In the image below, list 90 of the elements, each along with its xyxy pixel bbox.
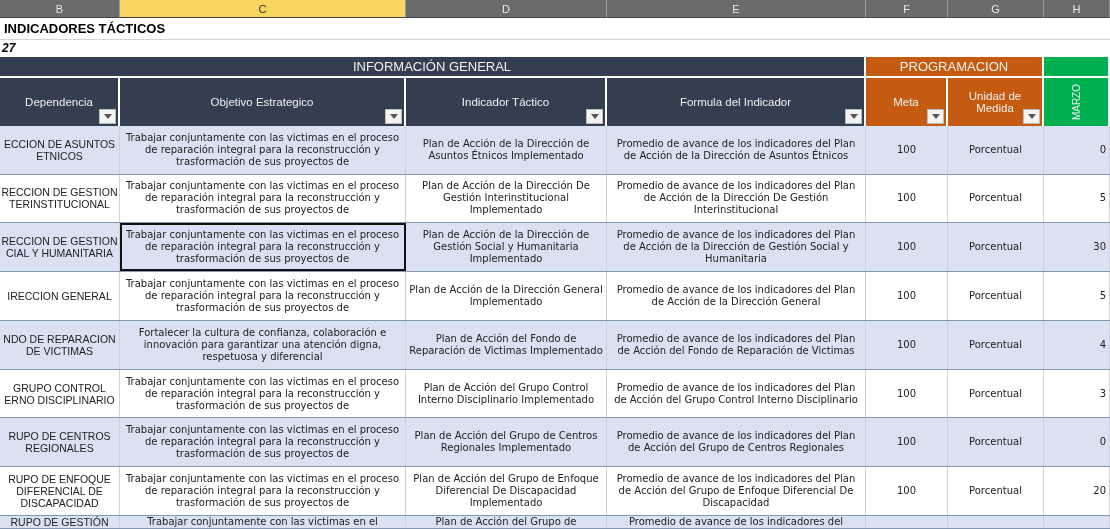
month-value-cell: 3 bbox=[1044, 369, 1110, 418]
column-letter[interactable]: G bbox=[948, 0, 1044, 18]
objective-cell: Fortalecer la cultura de confianza, colaboración e innovación para garantizar una atención digna, respetuosa y diferencial bbox=[120, 320, 406, 369]
goal-cell: 100 bbox=[866, 467, 948, 515]
indicator-cell: Plan de Acción de la Dirección de Gestión Social y Humanitaria Implementado bbox=[406, 223, 607, 272]
indicator-cell: Plan de Acción del Fondo de Reparación de Victimas Implementado bbox=[406, 320, 607, 369]
caret-icon bbox=[931, 113, 940, 119]
caret-icon bbox=[849, 113, 858, 119]
objective-cell: Trabajar conjuntamente con las victimas en el bbox=[120, 515, 406, 528]
dependency-cell: IRECCION GENERAL bbox=[0, 272, 120, 320]
dependency-cell: ECCION DE ASUNTOS ETNICOS bbox=[0, 125, 120, 174]
dependency-cell: GRUPO CONTROL ERNO DISCIPLINARIO bbox=[0, 369, 120, 418]
dependency-cell: RUPO DE CENTROS REGIONALES bbox=[0, 418, 120, 467]
goal-cell: 100 bbox=[866, 125, 948, 174]
dependency-cell: NDO DE REPARACION DE VICTIMAS bbox=[0, 320, 120, 369]
caret-icon bbox=[590, 113, 599, 119]
dependency-cell: RUPO DE ENFOQUE DIFERENCIAL DE DISCAPACIDAD bbox=[0, 467, 120, 515]
dependency-cell: RECCION DE GESTION CIAL Y HUMANITARIA bbox=[0, 223, 120, 272]
group-header: PROGRAMACION bbox=[866, 56, 1044, 78]
filter-button[interactable] bbox=[586, 108, 603, 124]
unit-cell: Porcentual bbox=[948, 369, 1044, 418]
indicator-cell: Plan de Acción de la Dirección General Implementado bbox=[406, 272, 607, 320]
formula-cell: Promedio de avance de los indicadores del Plan de Acción del Grupo de Enfoque Diferencial De Discapacidad bbox=[607, 467, 866, 515]
filter-button[interactable] bbox=[927, 108, 944, 124]
formula-cell: Promedio de avance de los indicadores del Plan de Acción de la Dirección de Asuntos Étnicos bbox=[607, 125, 866, 174]
formula-cell: Promedio de avance de los indicadores del Plan de Acción de la Dirección de Gestión Social y Humanitaria bbox=[607, 223, 866, 272]
goal-cell: 100 bbox=[866, 174, 948, 223]
column-header-label: Unidad de Medida bbox=[967, 89, 1023, 114]
month-value-cell: 30 bbox=[1044, 223, 1110, 272]
goal-cell: 100 bbox=[866, 418, 948, 467]
sheet-title: INDICADORES TÁCTICOS bbox=[3, 20, 166, 36]
month-value-cell: 20 bbox=[1044, 467, 1110, 515]
filter-button[interactable] bbox=[845, 108, 862, 124]
filter-button[interactable] bbox=[1023, 108, 1040, 124]
column-letter[interactable]: E bbox=[607, 0, 866, 18]
unit-cell: Porcentual bbox=[948, 467, 1044, 515]
objective-cell: Trabajar conjuntamente con las victimas en el proceso de reparación integral para la reconstrucción y trasformación de sus proyectos de bbox=[120, 369, 406, 418]
formula-cell: Promedio de avance de los indicadores del Plan de Acción del Grupo Control Interno Disciplinario bbox=[607, 369, 866, 418]
month-value-cell: 4 bbox=[1044, 320, 1110, 369]
unit-cell: Porcentual bbox=[948, 418, 1044, 467]
formula-cell: Promedio de avance de los indicadores del bbox=[607, 515, 866, 528]
month-value-cell: 5 bbox=[1044, 272, 1110, 320]
indicator-cell: Plan de Acción del Grupo de bbox=[406, 515, 607, 528]
column-header-label: Objetivo Estrategico bbox=[210, 95, 314, 108]
dependency-cell: RECCION DE GESTION TERINSTITUCIONAL bbox=[0, 174, 120, 223]
objective-cell: Trabajar conjuntamente con las victimas en el proceso de reparación integral para la reconstrucción y trasformación de sus proyectos de bbox=[120, 467, 406, 515]
indicator-cell: Plan de Acción del Grupo de Centros Regionales Implementado bbox=[406, 418, 607, 467]
formula-cell: Promedio de avance de los indicadores del Plan de Acción del Grupo de Centros Regionales bbox=[607, 418, 866, 467]
caret-icon bbox=[389, 113, 398, 119]
column-letter[interactable]: D bbox=[406, 0, 607, 18]
dependency-cell: RUPO DE GESTIÓN bbox=[0, 515, 120, 528]
filter-button[interactable] bbox=[99, 108, 116, 124]
month-value-cell: 0 bbox=[1044, 418, 1110, 467]
caret-icon bbox=[1027, 113, 1036, 119]
indicator-cell: Plan de Acción de la Dirección de Asuntos Étnicos Implementado bbox=[406, 125, 607, 174]
goal-cell: 100 bbox=[866, 223, 948, 272]
goal-cell: 100 bbox=[866, 320, 948, 369]
goal-cell: 100 bbox=[866, 369, 948, 418]
column-header-label: Dependencia bbox=[25, 95, 93, 108]
column-letter[interactable]: B bbox=[0, 0, 120, 18]
objective-cell: Trabajar conjuntamente con las victimas en el proceso de reparación integral para la reconstrucción y trasformación de sus proyectos de bbox=[120, 174, 406, 223]
objective-cell: Trabajar conjuntamente con las victimas en el proceso de reparación integral para la reconstrucción y trasformación de sus proyectos de bbox=[120, 223, 406, 272]
column-header-label: Meta bbox=[893, 95, 919, 108]
group-header: INFORMACIÓN GENERAL bbox=[0, 56, 866, 78]
unit-cell: Porcentual bbox=[948, 272, 1044, 320]
indicator-cell: Plan de Acción de la Dirección De Gestión Interinstitucional Implementado bbox=[406, 174, 607, 223]
indicator-cell: Plan de Acción del Grupo Control Interno Disciplinario Implementado bbox=[406, 369, 607, 418]
column-header-label: Indicador Táctico bbox=[461, 95, 550, 108]
column-header-label: MARZO bbox=[1070, 83, 1082, 120]
goal-cell: 100 bbox=[866, 272, 948, 320]
objective-cell: Trabajar conjuntamente con las victimas en el proceso de reparación integral para la reconstrucción y trasformación de sus proyectos de bbox=[120, 272, 406, 320]
sheet-subtitle: 27 bbox=[1, 41, 16, 56]
formula-cell: Promedio de avance de los indicadores del Plan de Acción de la Dirección De Gestión Interinstitucional bbox=[607, 174, 866, 223]
unit-cell: Porcentual bbox=[948, 125, 1044, 174]
unit-cell: Porcentual bbox=[948, 174, 1044, 223]
objective-cell: Trabajar conjuntamente con las victimas en el proceso de reparación integral para la reconstrucción y trasformación de sus proyectos de bbox=[120, 418, 406, 467]
month-value-cell: 5 bbox=[1044, 174, 1110, 223]
formula-cell: Promedio de avance de los indicadores del Plan de Acción del Fondo de Reparación de Victimas bbox=[607, 320, 866, 369]
month-value-cell: 0 bbox=[1044, 125, 1110, 174]
indicator-cell: Plan de Acción del Grupo de Enfoque Diferencial De Discapacidad Implementado bbox=[406, 467, 607, 515]
unit-cell: Porcentual bbox=[948, 320, 1044, 369]
column-letter[interactable]: F bbox=[866, 0, 948, 18]
column-letter[interactable]: H bbox=[1044, 0, 1110, 18]
caret-icon bbox=[103, 113, 112, 119]
objective-cell: Trabajar conjuntamente con las victimas en el proceso de reparación integral para la reconstrucción y trasformación de sus proyectos de bbox=[120, 125, 406, 174]
formula-cell: Promedio de avance de los indicadores del Plan de Acción de la Dirección General bbox=[607, 272, 866, 320]
column-letter[interactable]: C bbox=[120, 0, 406, 18]
filter-button[interactable] bbox=[385, 108, 402, 124]
column-header-label: Formula del Indicador bbox=[679, 95, 792, 108]
unit-cell: Porcentual bbox=[948, 223, 1044, 272]
